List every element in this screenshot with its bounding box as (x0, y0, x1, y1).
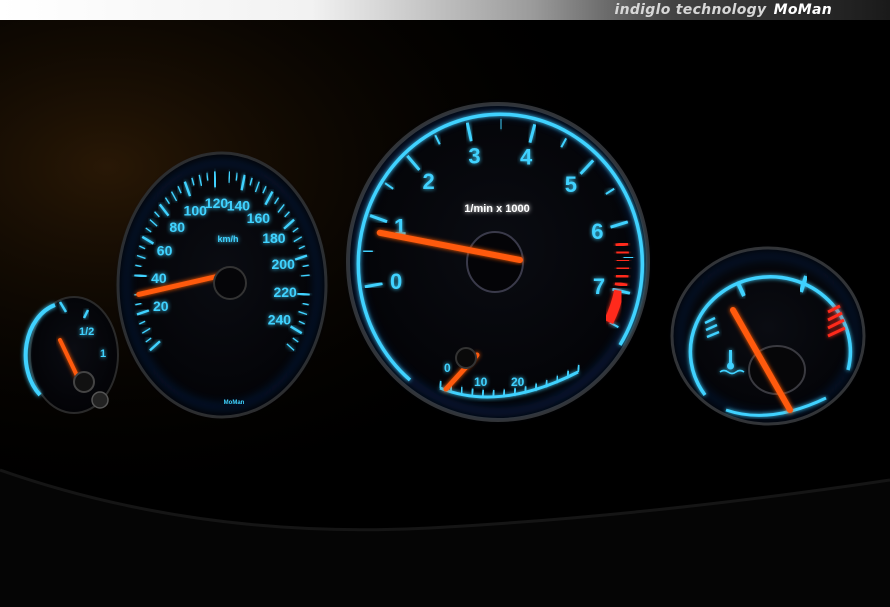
speedo-tick (134, 273, 147, 278)
speedo-tick (213, 171, 217, 188)
economy-label: 0 (444, 361, 451, 375)
speedo-logo: MoMan (224, 400, 245, 406)
tacho-redline-mark (614, 281, 628, 288)
tacho-tick (363, 249, 373, 253)
speedo-label: 120 (205, 195, 229, 211)
fuel-hub (73, 371, 95, 393)
economy-tick (492, 389, 496, 398)
speedo-label: 160 (247, 210, 271, 226)
tacho-label: 5 (565, 172, 577, 197)
tacho-label: 4 (520, 145, 533, 170)
fuel-label: 1 (100, 348, 106, 360)
tachometer: 0123 4567 1/min x 1000 0 10 20 (346, 102, 650, 422)
economy-tick (460, 386, 464, 395)
speedo-label: 20 (153, 298, 169, 314)
economy-tick (481, 389, 485, 397)
speedo-label: 80 (169, 219, 185, 235)
economy-hub (455, 347, 477, 369)
temp-bezel (670, 246, 866, 426)
tacho-redline-mark (615, 273, 629, 279)
speedo-label: 220 (273, 284, 297, 300)
banner: indiglo technology MoMan (0, 0, 890, 20)
speedo-label: 200 (272, 256, 296, 272)
temp-gauge (670, 246, 866, 426)
brand-text: indiglo technology (614, 2, 767, 18)
brand-caption: indiglo technology MoMan (615, 1, 833, 19)
economy-tick (523, 386, 527, 394)
economy-tick (555, 375, 559, 383)
tacho-redline-mark (615, 241, 629, 248)
economy-label: 10 (474, 375, 488, 389)
reset-knob (91, 391, 109, 409)
tacho-label: 0 (390, 269, 402, 294)
instrument-cluster-photo: indiglo technology MoMan 1/2 1 20 40 60 … (0, 0, 890, 607)
speedo-tick (297, 292, 310, 297)
speedo-label: 180 (262, 230, 286, 246)
tacho-unit: 1/min x 1000 (464, 203, 529, 215)
speedo-label: 40 (151, 270, 167, 286)
speedo-unit: km/h (217, 234, 238, 244)
speedo-label: 240 (268, 312, 292, 328)
tacho-label: 2 (422, 169, 434, 194)
economy-label: 20 (511, 375, 525, 389)
economy-tick (577, 364, 580, 373)
tacho-label: 3 (468, 143, 480, 168)
speedo-hub (213, 266, 247, 300)
speedo-label: 60 (157, 242, 173, 258)
economy-tick (545, 379, 549, 388)
economy-tick (534, 383, 538, 391)
brand-mark: MoMan (773, 2, 832, 18)
dashboard-scene: 1/2 1 20406080100120140160180200220240 k… (0, 20, 890, 607)
speedo-label: 100 (184, 203, 208, 219)
economy-tick (502, 389, 506, 397)
tacho-label: 7 (593, 274, 605, 299)
fuel-label: 1/2 (79, 326, 94, 338)
speedo-tick (300, 274, 310, 277)
tacho-label: 6 (591, 219, 603, 244)
economy-tick (470, 388, 474, 396)
economy-tick (439, 380, 442, 389)
speedo-tick (228, 171, 231, 183)
tacho-redline-mark (616, 250, 629, 255)
economy-tick (566, 370, 570, 378)
tacho-redline-mark (616, 266, 630, 271)
speedometer: 20406080100120140160180200220240 km/h Mo… (116, 151, 328, 419)
economy-tick (513, 388, 517, 396)
